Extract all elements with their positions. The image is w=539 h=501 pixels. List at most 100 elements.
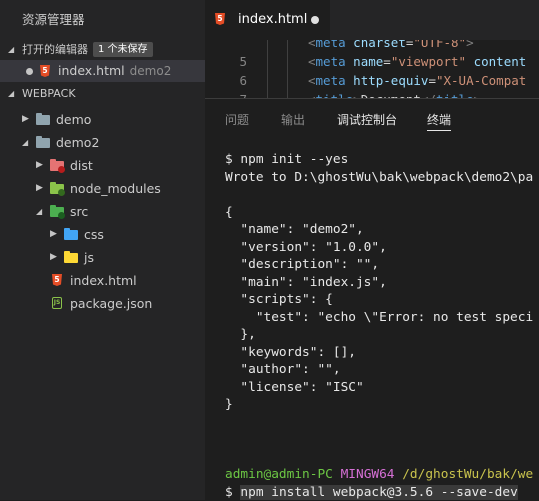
chevron-right-icon[interactable]: ▶ xyxy=(50,246,57,269)
unsaved-count-badge: 1 个未保存 xyxy=(93,42,153,57)
tree-item[interactable]: ▶ dist xyxy=(0,154,205,177)
code-token: meta xyxy=(316,54,354,69)
terminal-line: } xyxy=(225,395,539,414)
chevron-right-icon[interactable]: ▶ xyxy=(36,177,43,200)
tree-item[interactable]: 5 index.html xyxy=(0,269,205,292)
terminal[interactable]: $ npm init --yesWrote to D:\ghostWu\bak\… xyxy=(225,149,539,501)
terminal-line: { xyxy=(225,203,539,222)
terminal-line: "version": "1.0.0", xyxy=(225,238,539,257)
unsaved-dot-icon[interactable] xyxy=(26,68,33,75)
code-text: <meta http-equiv="X-UA-Compat xyxy=(308,71,526,90)
code-text: <title>Document</title> xyxy=(308,90,481,98)
tree-item-label: demo2 xyxy=(56,131,99,154)
tree-item-label: node_modules xyxy=(70,177,161,200)
chevron-right-icon[interactable]: ▶ xyxy=(50,223,57,246)
terminal-text: MINGW64 xyxy=(341,467,403,482)
chevron-down-icon[interactable]: ◢ xyxy=(22,131,28,154)
panel-tab[interactable]: 调试控制台 xyxy=(337,99,397,141)
tree-item[interactable]: ▶ demo xyxy=(0,108,205,131)
code-token: meta xyxy=(316,40,354,50)
chevron-down-icon: ◢ xyxy=(8,84,14,104)
explorer-title: 资源管理器 xyxy=(0,0,205,40)
tree-item-label: index.html xyxy=(70,269,137,292)
tree-item[interactable]: ▶ node_modules xyxy=(0,177,205,200)
code-token: > xyxy=(466,40,474,50)
code-token: charset xyxy=(353,40,406,50)
terminal-text: }, xyxy=(225,327,256,342)
panel-tab[interactable]: 输出 xyxy=(281,99,305,141)
tree-item[interactable]: JSpackage.json xyxy=(0,292,205,315)
terminal-text: "description": "", xyxy=(225,257,379,272)
tab-index-html[interactable]: 5 index.html xyxy=(205,0,330,40)
editor-tab-bar: 5 index.html xyxy=(205,0,539,40)
panel-tab[interactable]: 问题 xyxy=(225,99,249,141)
folder-icon xyxy=(64,253,78,263)
code-token: = xyxy=(383,54,391,69)
tree-item[interactable]: ▶ js xyxy=(0,246,205,269)
line-number: 6 xyxy=(225,71,247,90)
tree-item-label: demo xyxy=(56,108,91,131)
terminal-text: "author": "", xyxy=(225,362,341,377)
folder-icon xyxy=(50,207,64,217)
terminal-text: "version": "1.0.0", xyxy=(225,240,387,255)
html5-icon: 5 xyxy=(215,13,225,25)
workspace-title: WEBPACK xyxy=(22,87,76,100)
terminal-text: Wrote to D:\ghostWu\bak\webpack\demo2\pa xyxy=(225,170,533,185)
chevron-down-icon[interactable]: ◢ xyxy=(36,200,42,223)
html5-icon: 5 xyxy=(52,274,62,286)
code-text: <meta name="viewport" content xyxy=(308,52,526,71)
tree-item-label: src xyxy=(70,200,88,223)
code-token: meta xyxy=(316,73,354,88)
code-token: http-equiv xyxy=(353,73,428,88)
terminal-line: "scripts": { xyxy=(225,290,539,309)
terminal-text: $ xyxy=(225,485,240,500)
file-tree: ▶ demo ◢ demo2 ▶ dist ▶ node_modules ◢ src ▶ css ▶ js… xyxy=(0,108,205,315)
tree-item-label: dist xyxy=(70,154,93,177)
terminal-line xyxy=(225,413,539,432)
folder-icon xyxy=(50,184,64,194)
chevron-right-icon[interactable]: ▶ xyxy=(36,154,43,177)
terminal-line: "license": "ISC" xyxy=(225,378,539,397)
terminal-text: /d/ghostWu/bak/we xyxy=(402,467,533,482)
code-token: content xyxy=(466,54,526,69)
code-line: <meta charset="UTF-8"> xyxy=(205,40,539,52)
tree-item-label: css xyxy=(84,223,104,246)
panel-tabs: 问题输出调试控制台终端 xyxy=(205,99,539,141)
chevron-right-icon[interactable]: ▶ xyxy=(22,108,29,131)
terminal-line: "main": "index.js", xyxy=(225,273,539,292)
open-editors-section[interactable]: ◢ 打开的编辑器 1 个未保存 xyxy=(0,40,205,60)
tree-item-label: package.json xyxy=(70,292,152,315)
open-editors-title: 打开的编辑器 xyxy=(22,43,88,56)
terminal-line: admin@admin-PC MINGW64 /d/ghostWu/bak/we xyxy=(225,465,539,484)
tree-item[interactable]: ◢ src xyxy=(0,200,205,223)
terminal-text: } xyxy=(225,397,233,412)
tree-item[interactable]: ▶ css xyxy=(0,223,205,246)
terminal-line: }, xyxy=(225,325,539,344)
terminal-text: npm install webpack@3.5.6 --save-dev xyxy=(240,485,517,500)
chevron-down-icon: ◢ xyxy=(8,40,14,60)
terminal-text: "license": "ISC" xyxy=(225,380,364,395)
code-text: <meta charset="UTF-8"> xyxy=(308,40,474,52)
code-token: < xyxy=(308,73,316,88)
code-token: < xyxy=(308,54,316,69)
html5-icon: 5 xyxy=(40,65,50,77)
open-editor-folder-name: demo2 xyxy=(130,64,172,78)
terminal-line: "name": "demo2", xyxy=(225,220,539,239)
terminal-text: "name": "demo2", xyxy=(225,222,364,237)
line-number: 7 xyxy=(225,90,247,98)
folder-icon xyxy=(36,138,50,148)
panel-tab[interactable]: 终端 xyxy=(427,99,451,141)
workspace-section[interactable]: ◢ WEBPACK xyxy=(0,84,205,104)
tree-item[interactable]: ◢ demo2 xyxy=(0,131,205,154)
unsaved-dot-icon[interactable] xyxy=(311,16,319,24)
terminal-line xyxy=(225,430,539,449)
terminal-line: "author": "", xyxy=(225,360,539,379)
code-token: < xyxy=(308,40,316,50)
terminal-line xyxy=(225,185,539,204)
tree-item-label: js xyxy=(84,246,94,269)
terminal-text: "keywords": [], xyxy=(225,345,356,360)
code-line: 5<meta name="viewport" content xyxy=(205,52,539,71)
code-editor[interactable]: <meta charset="UTF-8">5<meta name="viewp… xyxy=(205,40,539,98)
open-editor-index-html[interactable]: 5 index.htmldemo2 xyxy=(0,60,205,82)
terminal-line xyxy=(225,448,539,467)
